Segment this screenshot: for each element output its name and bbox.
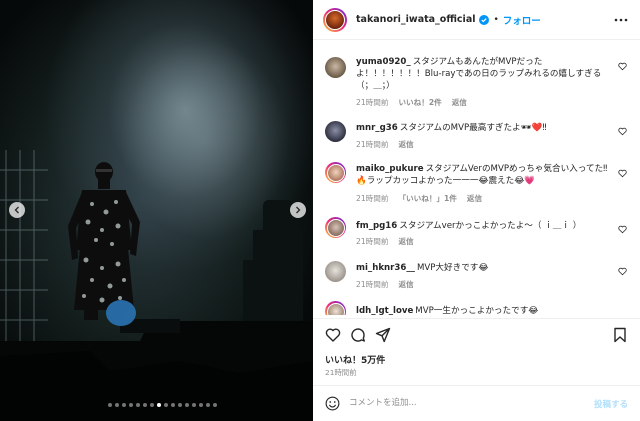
commenter-avatar[interactable] xyxy=(325,217,346,238)
carousel-dot xyxy=(164,403,168,407)
commenter-username[interactable]: fm_pg16 xyxy=(356,221,397,231)
crowd-light xyxy=(106,300,136,326)
commenter-avatar[interactable] xyxy=(325,261,346,282)
carousel-dot xyxy=(185,403,189,407)
heart-icon[interactable] xyxy=(618,169,627,178)
comment-time: 21時間前 xyxy=(356,237,389,246)
carousel-dot xyxy=(171,403,175,407)
reply-button[interactable]: 返信 xyxy=(398,279,413,290)
comment-body: mi_hknr36__ MVP大好きです😂 xyxy=(356,262,611,274)
post-side-panel: takanori_iwata_official • フォロー yuma0920_… xyxy=(313,0,640,421)
comment-meta: 21時間前 返信 xyxy=(356,139,414,150)
comment-body: mnr_g36 スタジアムのMVP最高すぎたよ🕶❤️‼ xyxy=(356,122,611,134)
carousel-dot xyxy=(213,403,217,407)
heart-icon[interactable] xyxy=(325,327,341,343)
comment-icon[interactable] xyxy=(350,327,366,343)
carousel-dot xyxy=(157,403,161,407)
author-avatar[interactable] xyxy=(323,7,347,32)
header-separator: • xyxy=(493,14,499,25)
next-photo-button[interactable] xyxy=(290,202,306,218)
comment-input[interactable] xyxy=(349,394,579,412)
carousel-dot xyxy=(143,403,147,407)
comment-meta: 21時間前 返信 xyxy=(356,236,414,247)
comment-text: スタジアムのMVP最高すぎたよ🕶❤️‼ xyxy=(399,123,547,133)
chevron-left-icon xyxy=(14,206,19,214)
heart-icon[interactable] xyxy=(618,127,627,136)
comment-time: 21時間前 xyxy=(356,280,389,289)
carousel-dot xyxy=(150,403,154,407)
carousel-dot xyxy=(206,403,210,407)
comment-like-count[interactable]: いいね！2件 xyxy=(398,97,441,108)
bookmark-icon[interactable] xyxy=(612,327,628,343)
reply-button[interactable]: 返信 xyxy=(452,97,467,108)
reply-button[interactable]: 返信 xyxy=(398,236,413,247)
carousel-dot xyxy=(136,403,140,407)
carousel-dot xyxy=(199,403,203,407)
commenter-avatar[interactable] xyxy=(325,301,346,315)
comment-meta: 21時間前 「いいね！」1件 返信 xyxy=(356,193,482,204)
chevron-right-icon xyxy=(296,206,301,214)
comment-body: fm_pg16 スタジアムverかっこよかったよ〜（ ｉ＿ｉ ） xyxy=(356,220,611,232)
commenter-username[interactable]: ldh_lgt_love xyxy=(356,306,413,315)
comment-text: MVP一生かっこよかったです😂 xyxy=(415,306,539,315)
commenter-avatar[interactable] xyxy=(325,57,346,78)
carousel-dot xyxy=(122,403,126,407)
verified-badge-icon xyxy=(479,14,490,25)
post-timestamp: 21時間前 xyxy=(325,368,357,377)
previous-photo-button[interactable] xyxy=(9,202,25,218)
commenter-avatar[interactable] xyxy=(325,162,346,183)
heart-icon[interactable] xyxy=(618,62,627,71)
heart-icon[interactable] xyxy=(618,267,627,276)
carousel-dot xyxy=(192,403,196,407)
comment-meta: 21時間前 いいね！2件 返信 xyxy=(356,97,467,108)
comment-body: maiko_pukure スタジアムVerのMVPめっちゃ気合い入ってた‼🔥ラップ… xyxy=(356,163,611,187)
author-username[interactable]: takanori_iwata_official xyxy=(356,14,475,25)
reply-button[interactable]: 返信 xyxy=(398,139,413,150)
emoji-icon[interactable] xyxy=(325,396,340,411)
commenter-avatar[interactable] xyxy=(325,121,346,142)
commenter-username[interactable]: mnr_g36 xyxy=(356,123,398,133)
comment-time: 21時間前 xyxy=(356,140,389,149)
post-photo[interactable] xyxy=(0,0,313,421)
comment-time: 21時間前 xyxy=(356,194,389,203)
more-options-icon[interactable] xyxy=(614,14,628,26)
heart-icon[interactable] xyxy=(618,225,627,234)
commenter-username[interactable]: mi_hknr36__ xyxy=(356,263,415,273)
carousel-dot xyxy=(178,403,182,407)
comment-time: 21時間前 xyxy=(356,98,389,107)
carousel-indicator xyxy=(108,403,217,407)
comment-text: スタジアムverかっこよかったよ〜（ ｉ＿ｉ ） xyxy=(399,221,582,231)
comment-text: MVP大好きです😂 xyxy=(416,263,489,273)
like-count[interactable]: いいね！5万件 xyxy=(325,353,385,366)
carousel-dot xyxy=(115,403,119,407)
comment-list[interactable]: yuma0920_ スタジアムもあんたがMVPだったよ！！！！！！！Blu-ray… xyxy=(313,41,640,315)
post-comment-button[interactable]: 投稿する xyxy=(594,398,628,410)
commenter-username[interactable]: maiko_pukure xyxy=(356,164,424,174)
post-header: takanori_iwata_official • フォロー xyxy=(313,0,640,40)
carousel-dot xyxy=(129,403,133,407)
comment-like-count[interactable]: 「いいね！」1件 xyxy=(398,193,456,204)
comment-meta: 21時間前 返信 xyxy=(356,279,414,290)
carousel-dot xyxy=(108,403,112,407)
add-comment-bar: 投稿する xyxy=(313,385,640,421)
share-icon[interactable] xyxy=(375,327,391,343)
reply-button[interactable]: 返信 xyxy=(467,193,482,204)
follow-button[interactable]: フォロー xyxy=(503,13,541,27)
commenter-username[interactable]: yuma0920_ xyxy=(356,57,411,67)
comment-body: ldh_lgt_love MVP一生かっこよかったです😂 xyxy=(356,305,611,315)
post-actions: いいね！5万件 21時間前 投稿する xyxy=(313,318,640,421)
performer-figure xyxy=(68,162,140,320)
comment-body: yuma0920_ スタジアムもあんたがMVPだったよ！！！！！！！Blu-ray… xyxy=(356,56,611,92)
